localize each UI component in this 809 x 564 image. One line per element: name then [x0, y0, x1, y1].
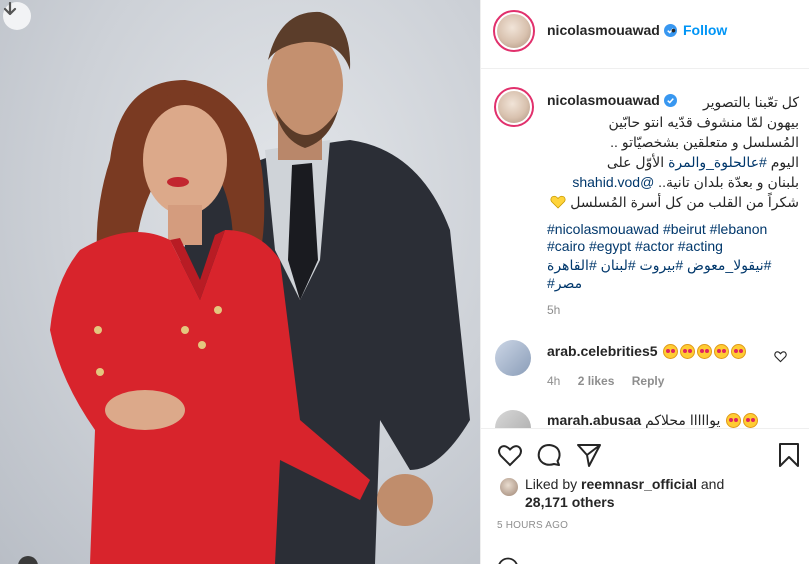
- likes-count[interactable]: 28,171 others: [525, 494, 615, 510]
- header-separator: •: [671, 22, 676, 38]
- caption-avatar[interactable]: [494, 87, 534, 127]
- comment-like-heart-icon[interactable]: [774, 350, 787, 363]
- share-icon[interactable]: [576, 442, 602, 468]
- reply-button[interactable]: Reply: [632, 374, 665, 388]
- follow-button[interactable]: Follow: [683, 22, 727, 38]
- caption-age[interactable]: 5h: [547, 303, 560, 317]
- author-username[interactable]: nicolasmouawad: [547, 22, 677, 38]
- post-side-panel: nicolasmouawad • Follow nicolasmouawad ك…: [480, 0, 809, 564]
- bookmark-icon[interactable]: [776, 442, 802, 468]
- post-photo[interactable]: [0, 0, 480, 564]
- caption-line-3: المُسلسل و متعلقين بشخصيّاتو ..: [610, 134, 799, 150]
- post-timestamp[interactable]: 5 HOURS AGO: [497, 520, 568, 531]
- comment-meta-1: 4h 2 likes Reply: [547, 374, 678, 388]
- caption-mention[interactable]: @shahid.vod: [572, 174, 654, 190]
- verified-icon: [663, 94, 677, 107]
- comment-row-1: arab.celebrities5: [547, 343, 747, 359]
- emoji-icon: [743, 413, 759, 428]
- emoji-icon[interactable]: [497, 557, 519, 564]
- liked-by-avatar[interactable]: [499, 477, 519, 497]
- comment-text: يوااااا محلاكم: [645, 412, 721, 428]
- caption-line-4: اليوم #عالحلوة_والمرة الأوّل على: [606, 154, 799, 170]
- caption-line-1: كل تعّبنا بالتصوير: [702, 94, 799, 110]
- caption-line-2: بيهون لمّا منشوف قدّيه انتو حابّين: [608, 114, 799, 130]
- caption-line-5: بلبنان و بعدّة بلدان تانية.. @shahid.vod: [572, 174, 799, 190]
- comment-username[interactable]: marah.abusaa: [547, 412, 641, 428]
- liked-by-username[interactable]: reemnasr_official: [581, 476, 697, 492]
- caption-hashtag[interactable]: #عالحلوة_والمرة: [668, 154, 767, 170]
- comment-icon[interactable]: [536, 442, 562, 468]
- emoji-icon: [697, 344, 713, 359]
- post-header: nicolasmouawad • Follow: [481, 0, 809, 69]
- emoji-icon: [680, 344, 696, 359]
- caption-line-6: شكراً من القلب من كل أسرة المُسلسل: [550, 192, 799, 212]
- download-button[interactable]: [3, 2, 31, 30]
- comment-row-2: marah.abusaa يوااااا محلاكم: [547, 412, 759, 429]
- heart-icon[interactable]: [497, 442, 523, 468]
- emoji-icon: [731, 344, 747, 359]
- action-bar: Liked by reemnasr_official and 28,171 ot…: [481, 428, 809, 564]
- emoji-icon: [663, 344, 679, 359]
- comment-username[interactable]: arab.celebrities5: [547, 343, 658, 359]
- likes-summary: Liked by reemnasr_official and 28,171 ot…: [525, 476, 725, 510]
- download-icon: [3, 2, 17, 16]
- author-avatar[interactable]: [493, 10, 535, 52]
- caption-tags-row-2[interactable]: #cairo #egypt #actor #acting: [547, 236, 723, 256]
- yellow-heart-icon: [550, 195, 566, 209]
- emoji-icon: [726, 413, 742, 428]
- caption-tags-row-4[interactable]: #مصر: [547, 273, 582, 293]
- emoji-icon: [714, 344, 730, 359]
- caption-username[interactable]: nicolasmouawad: [547, 92, 677, 108]
- post-image: [50, 11, 470, 564]
- comment-likes[interactable]: 2 likes: [578, 374, 615, 388]
- comment-avatar[interactable]: [495, 340, 531, 376]
- comment-age[interactable]: 4h: [547, 374, 560, 388]
- caption-tags-row-3[interactable]: #نيقولا_معوض #بيروت #لبنان #القاهرة: [547, 255, 771, 275]
